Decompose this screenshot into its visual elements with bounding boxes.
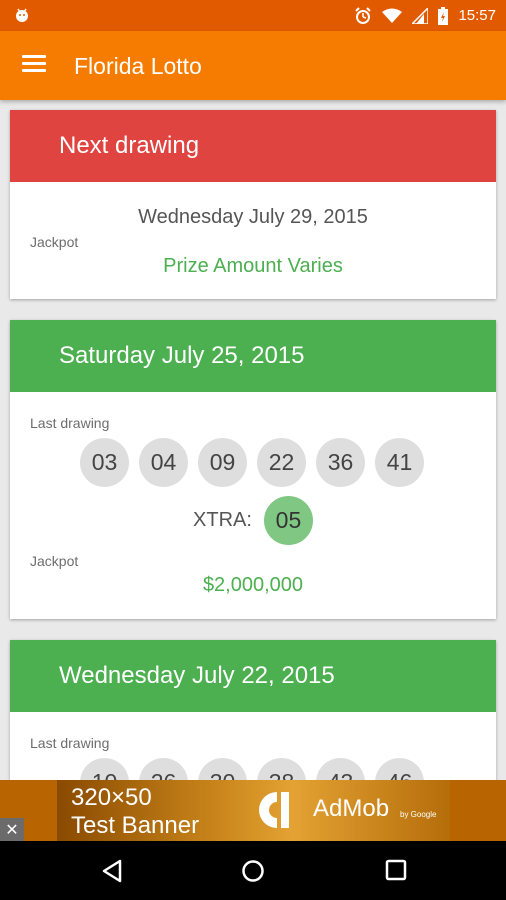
number-ball: 46 bbox=[375, 758, 424, 780]
last-drawing-label: Last drawing bbox=[30, 415, 110, 431]
app-title: Florida Lotto bbox=[74, 53, 202, 79]
card-header: Saturday July 25, 2015 bbox=[10, 320, 496, 392]
back-icon[interactable] bbox=[101, 859, 123, 883]
winning-numbers: 03 04 09 22 36 41 bbox=[80, 438, 424, 487]
status-bar: 15:57 bbox=[0, 0, 506, 31]
app-bar: Florida Lotto bbox=[0, 31, 506, 100]
navigation-bar bbox=[0, 841, 506, 900]
admob-brand: AdMob bbox=[313, 795, 390, 822]
card-header: Wednesday July 22, 2015 bbox=[10, 640, 496, 712]
next-drawing-card[interactable]: Next drawing Wednesday July 29, 2015 Jac… bbox=[10, 110, 496, 299]
android-icon bbox=[16, 8, 28, 22]
jackpot-label: Jackpot bbox=[30, 234, 79, 250]
home-icon[interactable] bbox=[241, 859, 265, 883]
clock-time: 15:57 bbox=[458, 7, 496, 24]
number-ball: 10 bbox=[80, 758, 129, 780]
jackpot-value: Prize Amount Varies bbox=[163, 255, 343, 277]
number-ball: 04 bbox=[139, 438, 188, 487]
number-ball: 26 bbox=[139, 758, 188, 780]
number-ball: 38 bbox=[257, 758, 306, 780]
number-ball: 09 bbox=[198, 438, 247, 487]
jackpot-label: Jackpot bbox=[30, 553, 79, 569]
alarm-icon bbox=[355, 6, 372, 24]
jackpot-value: $2,000,000 bbox=[202, 574, 304, 596]
ad-banner[interactable]: 320×50 Test Banner AdMob by Google ✕ bbox=[0, 780, 506, 841]
number-ball: 43 bbox=[316, 758, 365, 780]
battery-icon bbox=[438, 6, 449, 25]
drawings-list[interactable]: Next drawing Wednesday July 29, 2015 Jac… bbox=[0, 100, 506, 780]
number-ball: 41 bbox=[375, 438, 424, 487]
by-google-text: by Google bbox=[400, 810, 437, 819]
winning-numbers: 10 26 30 38 43 46 bbox=[80, 758, 424, 780]
last-drawing-label: Last drawing bbox=[30, 735, 110, 751]
drawing-card[interactable]: Wednesday July 22, 2015 Last drawing 10 … bbox=[10, 640, 496, 780]
close-ad-button[interactable]: ✕ bbox=[0, 818, 24, 841]
next-drawing-date: Wednesday July 29, 2015 bbox=[138, 206, 368, 228]
number-ball: 22 bbox=[257, 438, 306, 487]
ad-creative[interactable]: 320×50 Test Banner AdMob by Google bbox=[57, 780, 450, 841]
admob-logo-icon bbox=[259, 792, 289, 828]
number-ball: 30 bbox=[198, 758, 247, 780]
xtra-ball: 05 bbox=[263, 496, 313, 545]
ad-title-text: Test Banner bbox=[71, 812, 200, 839]
recents-icon[interactable] bbox=[385, 859, 407, 881]
ad-size-text: 320×50 bbox=[71, 784, 152, 811]
card-header: Next drawing bbox=[10, 110, 496, 182]
number-ball: 36 bbox=[316, 438, 365, 487]
menu-icon[interactable] bbox=[22, 55, 46, 75]
wifi-icon bbox=[382, 8, 403, 23]
xtra-row: XTRA: 05 bbox=[10, 496, 496, 545]
number-ball: 03 bbox=[80, 438, 129, 487]
drawing-card[interactable]: Saturday July 25, 2015 Last drawing 03 0… bbox=[10, 320, 496, 619]
signal-icon bbox=[412, 7, 429, 24]
xtra-label: XTRA: bbox=[193, 509, 252, 531]
